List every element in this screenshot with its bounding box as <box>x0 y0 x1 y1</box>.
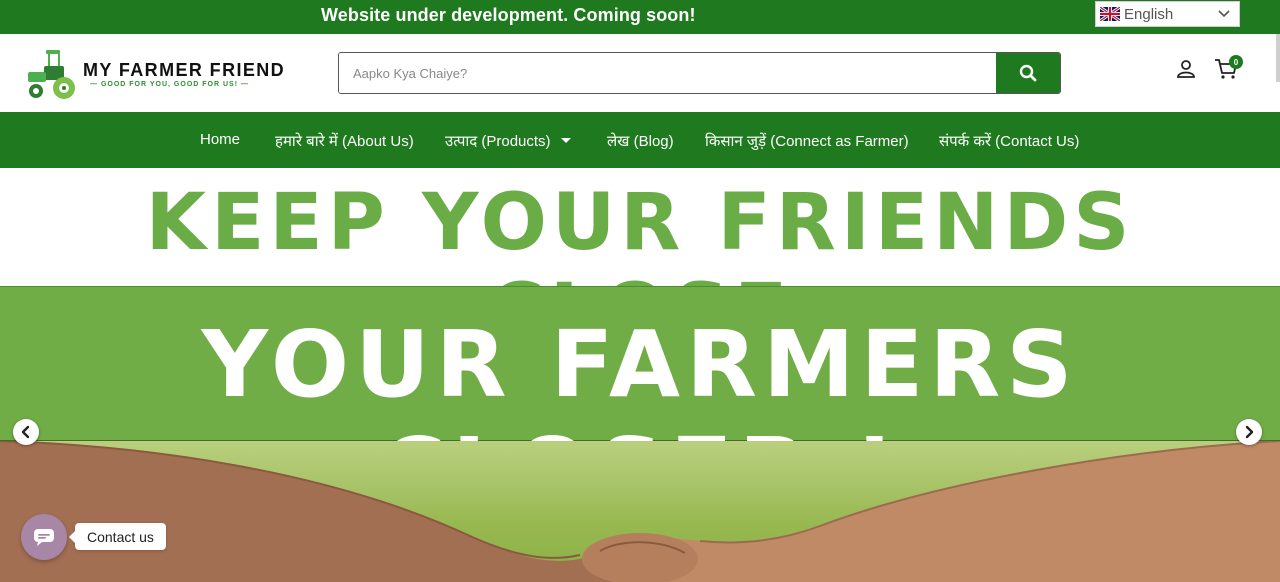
language-selector[interactable]: English <box>1095 1 1240 27</box>
cart-count-badge: 0 <box>1229 55 1243 69</box>
user-icon[interactable] <box>1176 59 1196 79</box>
slider-prev-button[interactable] <box>13 419 39 445</box>
announcement-bar: Website under development. Coming soon! … <box>0 0 1280 34</box>
hero-band-middle: YOUR FARMERS CLOSER ! <box>0 286 1280 525</box>
brand-tagline: — GOOD FOR YOU, GOOD FOR US! — <box>90 81 249 88</box>
uk-flag-icon <box>1100 7 1120 21</box>
site-logo[interactable]: MY FARMER FRIEND — GOOD FOR YOU, GOOD FO… <box>24 46 286 102</box>
search-bar <box>338 52 1061 94</box>
chevron-down-icon <box>1218 10 1230 18</box>
slider-next-button[interactable] <box>1236 419 1262 445</box>
search-input[interactable] <box>339 53 996 93</box>
chat-icon <box>34 529 54 546</box>
nav-item-contact[interactable]: संपर्क करें (Contact Us) <box>939 131 1079 151</box>
chevron-right-icon <box>1245 425 1254 439</box>
handshake-illustration <box>0 441 1280 582</box>
language-label: English <box>1124 5 1174 23</box>
nav-item-blog[interactable]: लेख (Blog) <box>607 131 674 151</box>
scrollbar[interactable] <box>1276 34 1280 82</box>
search-icon <box>1019 64 1037 82</box>
contact-widget-button[interactable] <box>21 514 67 560</box>
nav-item-about[interactable]: हमारे बारे में (About Us) <box>275 131 414 151</box>
search-button[interactable] <box>996 53 1060 93</box>
chevron-down-icon[interactable] <box>561 138 571 143</box>
nav-item-products[interactable]: उत्पाद (Products) <box>445 131 551 151</box>
hero-band-top: KEEP YOUR FRIENDS CLOSE <box>0 168 1280 358</box>
nav-item-home[interactable]: Home <box>200 131 240 148</box>
tractor-icon <box>28 50 75 99</box>
nav-item-connect-farmer[interactable]: किसान जुड़ें (Connect as Farmer) <box>705 131 909 151</box>
hero-photo-handshake <box>0 441 1280 582</box>
announcement-text: Website under development. Coming soon! <box>321 5 696 25</box>
brand-name: MY FARMER FRIEND <box>83 60 286 80</box>
contact-widget-label[interactable]: Contact us <box>69 523 166 550</box>
hero-slider: KEEP YOUR FRIENDS CLOSE YOUR FARMERS CLO… <box>0 168 1280 582</box>
site-header: MY FARMER FRIEND — GOOD FOR YOU, GOOD FO… <box>0 34 1280 112</box>
main-nav: Home हमारे बारे में (About Us) उत्पाद (P… <box>0 112 1280 168</box>
chevron-left-icon <box>21 425 30 439</box>
